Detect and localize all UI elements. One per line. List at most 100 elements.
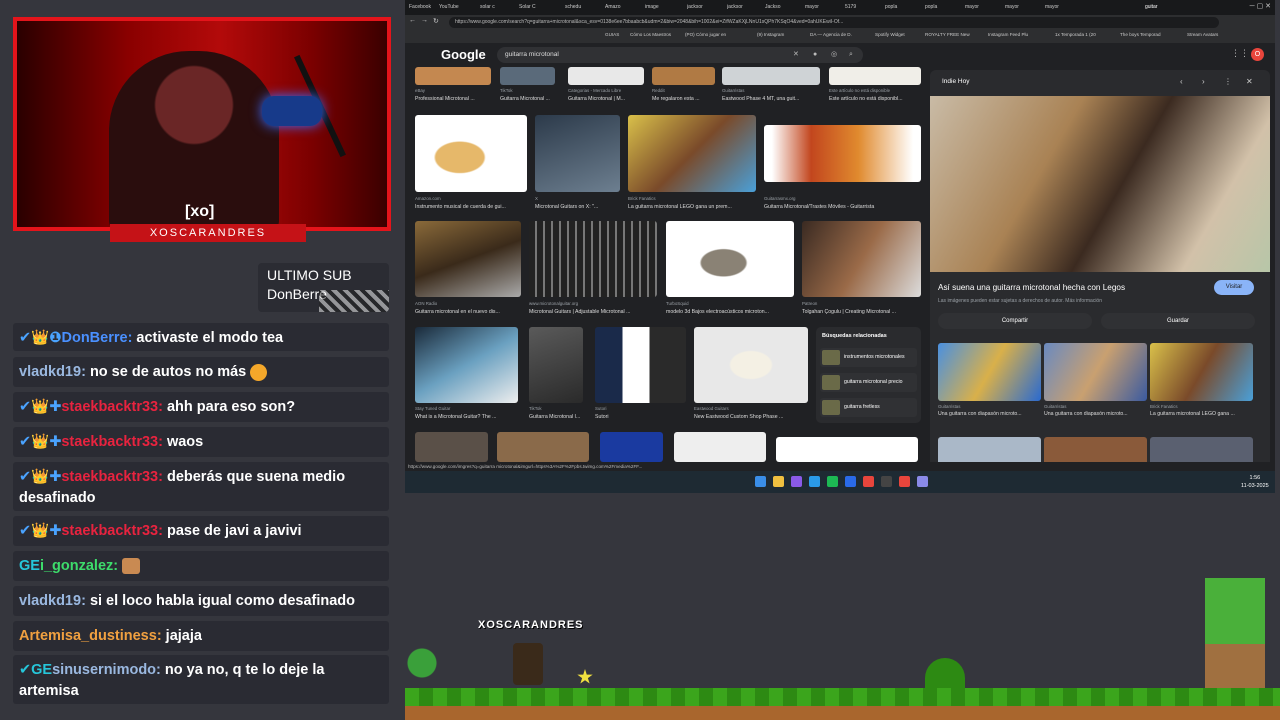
result-caption[interactable]: New Eastwood Custom Shop Phase ...	[694, 414, 808, 420]
related-caption[interactable]: Una guitarra con diapasón microto...	[1044, 411, 1147, 417]
lens-icon[interactable]: ◎	[831, 47, 837, 63]
result-image[interactable]	[535, 115, 620, 192]
result-caption[interactable]: Sutori	[595, 414, 686, 420]
bookmark[interactable]: 1x Temporada 1 (20	[1055, 32, 1096, 37]
mic-icon[interactable]: ●	[813, 47, 817, 63]
edge-icon[interactable]	[809, 476, 820, 487]
result-caption[interactable]: Este artículo no está disponibl...	[829, 96, 921, 102]
result-caption[interactable]: modelo 3d Bajos electroacústicos microto…	[666, 309, 794, 315]
browser-tab[interactable]: Jackso	[765, 2, 791, 13]
result-caption[interactable]: Guitarra Microtonal | M...	[568, 96, 646, 102]
browser-tab[interactable]: mayor	[1005, 2, 1031, 13]
browser-tab[interactable]: mayor	[965, 2, 991, 13]
browser-tab-active[interactable]: guitar	[1145, 2, 1175, 13]
result-image[interactable]	[415, 115, 527, 192]
folder-icon[interactable]	[773, 476, 784, 487]
related-caption[interactable]: Una guitarra con diapasón microto...	[938, 411, 1041, 417]
browser-tab[interactable]: Solar C	[519, 2, 545, 13]
bookmark[interactable]: DA — Agencia de D.	[810, 32, 852, 37]
google-logo[interactable]: Google	[441, 47, 486, 62]
nav-forward-icon[interactable]: →	[421, 17, 428, 24]
result-caption[interactable]: Instrumento musical de cuerda de gui...	[415, 204, 527, 210]
save-button[interactable]: Guardar	[1101, 313, 1255, 329]
bookmark[interactable]: (9) Instagram	[757, 32, 784, 37]
browser-tab[interactable]: solar c	[480, 2, 506, 13]
result-image[interactable]	[802, 221, 921, 297]
result-image[interactable]	[415, 67, 491, 85]
apps-icon[interactable]: ⋮⋮	[1231, 48, 1249, 59]
result-image[interactable]	[595, 327, 686, 403]
preview-image[interactable]	[930, 96, 1270, 272]
nav-back-icon[interactable]: ←	[409, 17, 416, 24]
result-image[interactable]	[764, 125, 921, 182]
result-caption[interactable]: Guitarra Microtonal/Trastes Móviles - Gu…	[764, 204, 921, 210]
result-caption[interactable]: Eastwood Phase 4 MT, una guit...	[722, 96, 820, 102]
panel-title[interactable]: Así suena una guitarra microtonal hecha …	[938, 283, 1125, 292]
result-caption[interactable]: Guitarra Microtonal ...	[500, 96, 560, 102]
result-caption[interactable]: What is a Microtonal Guitar? The ...	[415, 414, 518, 420]
window-controls[interactable]: ─ ▢ ✕	[1250, 2, 1271, 10]
browser-tab[interactable]: mayor	[805, 2, 831, 13]
browser-tab[interactable]: Amazo	[605, 2, 631, 13]
result-image[interactable]	[568, 67, 644, 85]
app-icon[interactable]	[791, 476, 802, 487]
app-icon[interactable]	[917, 476, 928, 487]
browser-tab[interactable]: jacksor	[687, 2, 713, 13]
start-icon[interactable]	[755, 476, 766, 487]
result-image[interactable]	[776, 437, 918, 462]
result-caption[interactable]: La guitarra microtonal LEGO gana un prem…	[628, 204, 756, 210]
clock[interactable]: 1:56 11-03-2025	[1241, 474, 1269, 490]
spotify-icon[interactable]	[827, 476, 838, 487]
related-image[interactable]	[1044, 343, 1147, 401]
share-button[interactable]: Compartir	[938, 313, 1092, 329]
panel-site[interactable]: Indie Hoy	[942, 78, 969, 85]
result-image[interactable]	[529, 221, 657, 297]
avatar[interactable]: O	[1251, 48, 1264, 61]
prev-icon[interactable]: ‹	[1180, 77, 1183, 86]
result-image[interactable]	[500, 67, 555, 85]
bookmark[interactable]: Instagram Feed Plu	[988, 32, 1028, 37]
visit-button[interactable]: Visitar	[1214, 280, 1254, 295]
chrome-icon[interactable]	[899, 476, 910, 487]
bookmark[interactable]: Cómo Los Maestros	[630, 32, 671, 37]
browser-tab[interactable]: popla	[925, 2, 951, 13]
result-image[interactable]	[829, 67, 921, 85]
bookmark[interactable]: ROYALTY FREE New	[925, 32, 970, 37]
related-item[interactable]: guitarra fretless	[820, 398, 917, 417]
browser-tab[interactable]: image	[645, 2, 671, 13]
result-image[interactable]	[415, 432, 488, 462]
result-image[interactable]	[529, 327, 583, 403]
bookmark[interactable]: GUIAS	[605, 32, 619, 37]
search-icon[interactable]: ⌕	[849, 47, 853, 63]
next-icon[interactable]: ›	[1202, 77, 1205, 86]
result-caption[interactable]: Microtonal Guitars on X: "...	[535, 204, 620, 210]
app-icon[interactable]	[845, 476, 856, 487]
browser-tab[interactable]: YouTube	[439, 2, 465, 13]
result-caption[interactable]: Guitarra microtonal en el nuevo dis...	[415, 309, 521, 315]
browser-tab[interactable]: jacksor	[727, 2, 753, 13]
result-caption[interactable]: Microtonal Guitars | Adjustable Microton…	[529, 309, 657, 315]
bookmark[interactable]: Stream Avatars	[1187, 32, 1218, 37]
result-caption[interactable]: Professional Microtonal ...	[415, 96, 495, 102]
result-image[interactable]	[674, 432, 766, 462]
bookmark[interactable]: Spotify Widget	[875, 32, 905, 37]
related-caption[interactable]: La guitarra microtonal LEGO gana ...	[1150, 411, 1253, 417]
app-icon[interactable]	[863, 476, 874, 487]
result-image[interactable]	[628, 115, 756, 192]
result-image[interactable]	[722, 67, 820, 85]
browser-tab[interactable]: schedu	[565, 2, 591, 13]
result-image[interactable]	[666, 221, 794, 297]
search-input[interactable]: guitarra microtonal ✕ ● ◎ ⌕	[497, 47, 863, 63]
clear-icon[interactable]: ✕	[793, 47, 799, 63]
app-icon[interactable]	[881, 476, 892, 487]
bookmark[interactable]: The boys Temporad	[1120, 32, 1161, 37]
result-image[interactable]	[600, 432, 663, 462]
result-image[interactable]	[415, 221, 521, 297]
result-image[interactable]	[652, 67, 715, 85]
related-item[interactable]: instrumentos microtonales	[820, 348, 917, 367]
related-image[interactable]	[1150, 343, 1253, 401]
result-image[interactable]	[694, 327, 808, 403]
related-image[interactable]	[938, 343, 1041, 401]
result-caption[interactable]: Me regalaron esta ...	[652, 96, 717, 102]
url-field[interactable]: https://www.google.com/search?q=guitarra…	[449, 17, 1219, 28]
